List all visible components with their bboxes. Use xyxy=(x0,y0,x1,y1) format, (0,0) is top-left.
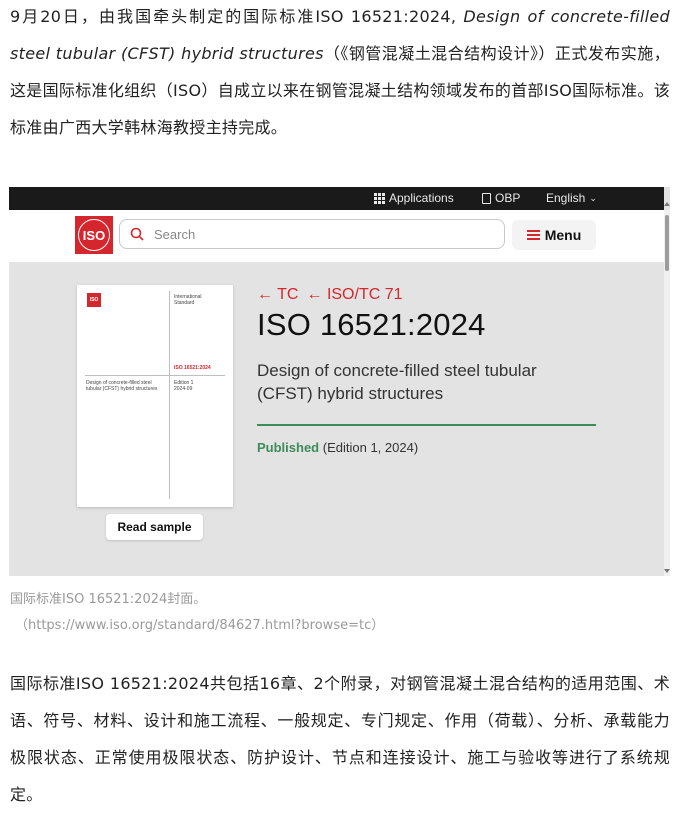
search-icon xyxy=(130,227,144,241)
menu-button[interactable]: Menu xyxy=(512,220,596,250)
read-sample-button[interactable]: Read sample xyxy=(106,514,203,540)
breadcrumb: ← TC ← ISO/TC 71 xyxy=(257,286,403,304)
page-scrollbar[interactable] xyxy=(664,202,670,576)
book-icon xyxy=(482,192,491,204)
cover-type-line2: Standard xyxy=(174,300,195,306)
scroll-down-arrow-icon[interactable] xyxy=(664,569,670,573)
iso-topbar: Applications OBP English ⌄ xyxy=(9,187,664,210)
scrollbar-thumb[interactable] xyxy=(665,215,669,271)
status-published: Published xyxy=(257,440,320,455)
standard-cover-thumbnail[interactable]: ISO International Standard ISO 16521:202… xyxy=(77,285,233,507)
language-label: English xyxy=(546,191,586,205)
cover-number: ISO 16521:2024 xyxy=(174,365,211,371)
breadcrumb-item-tc[interactable]: ← TC xyxy=(257,286,298,304)
search-box[interactable] xyxy=(119,219,505,249)
grid-icon xyxy=(374,192,385,204)
breadcrumb-item-tc71[interactable]: ← ISO/TC 71 xyxy=(306,286,402,304)
applications-link[interactable]: Applications xyxy=(374,191,454,205)
breadcrumb-tc71-label: ISO/TC 71 xyxy=(326,286,403,303)
iso-navbar: ISO Menu xyxy=(9,210,664,262)
scroll-up-arrow-icon[interactable] xyxy=(664,202,670,206)
cover-divider-horizontal xyxy=(85,375,225,376)
intro-paragraph: 9月20日，由我国牵头制定的国际标准ISO 16521:2024, Design… xyxy=(10,0,670,146)
obp-label: OBP xyxy=(495,191,521,205)
chevron-down-icon: ⌄ xyxy=(589,192,597,203)
publication-status: Published (Edition 1, 2024) xyxy=(257,440,418,455)
cover-iso-logo: ISO xyxy=(87,293,101,307)
applications-label: Applications xyxy=(389,191,454,205)
breadcrumb-tc-label: TC xyxy=(277,286,299,303)
standard-description: Design of concrete-filled steel tubular … xyxy=(257,361,537,403)
body-paragraph: 国际标准ISO 16521:2024共包括16章、2个附录，对钢管混凝土混合结构… xyxy=(10,674,670,804)
globe-ring-icon xyxy=(78,219,110,251)
status-edition: (Edition 1, 2024) xyxy=(322,440,419,455)
cover-title-line2: tubular (CFST) hybrid structures xyxy=(86,386,158,392)
cover-edition-line2: 2024-09 xyxy=(174,386,193,392)
hamburger-icon xyxy=(526,230,540,240)
iso-logo[interactable]: ISO xyxy=(75,216,113,254)
language-selector[interactable]: English ⌄ xyxy=(546,191,597,205)
menu-label: Menu xyxy=(544,227,582,243)
iso-page-screenshot: Applications OBP English ⌄ ISO Menu I xyxy=(9,187,670,576)
intro-before: 9月20日，由我国牵头制定的国际标准ISO 16521:2024, xyxy=(10,7,464,26)
cover-divider-vertical xyxy=(169,291,170,499)
obp-link[interactable]: OBP xyxy=(482,191,520,205)
search-input[interactable] xyxy=(152,225,476,243)
standard-id-heading: ISO 16521:2024 xyxy=(257,307,486,342)
image-caption: 国际标准ISO 16521:2024封面。 xyxy=(10,592,207,607)
image-caption-source: （https://www.iso.org/standard/84627.html… xyxy=(15,618,385,633)
status-divider xyxy=(257,424,596,426)
